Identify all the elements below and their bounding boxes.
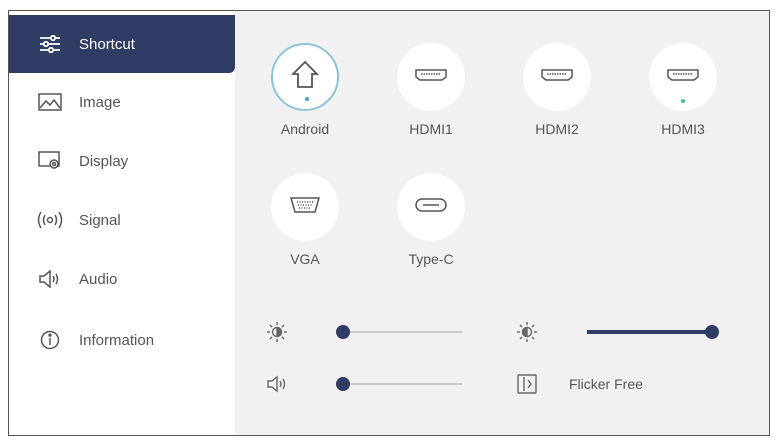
vga-icon bbox=[289, 196, 321, 219]
hdmi-icon bbox=[414, 68, 448, 87]
contrast-control bbox=[515, 320, 719, 344]
info-icon bbox=[37, 329, 63, 351]
sidebar-item-label: Image bbox=[79, 93, 121, 111]
speaker-icon bbox=[265, 372, 289, 396]
settings-window: Shortcut Image Display Signal Audio Info… bbox=[8, 10, 770, 436]
source-circle bbox=[397, 43, 465, 111]
slider-knob[interactable] bbox=[705, 325, 719, 339]
image-icon bbox=[37, 91, 63, 113]
source-label: VGA bbox=[290, 251, 320, 267]
sidebar-item-label: Signal bbox=[79, 211, 121, 229]
source-hdmi2[interactable]: HDMI2 bbox=[517, 43, 597, 137]
sidebar-item-audio[interactable]: Audio bbox=[9, 250, 235, 308]
source-circle bbox=[271, 173, 339, 241]
hdmi-icon bbox=[666, 68, 700, 87]
volume-control bbox=[265, 372, 462, 396]
source-label: HDMI3 bbox=[661, 121, 705, 137]
sidebar-item-label: Audio bbox=[79, 270, 118, 288]
shortcut-panel: Android HDMI1 HDMI2 HDMI3 VGA Type-C Fli… bbox=[235, 11, 769, 435]
source-hdmi3[interactable]: HDMI3 bbox=[643, 43, 723, 137]
status-dot bbox=[305, 97, 309, 101]
slider-track bbox=[337, 331, 462, 333]
brightness-icon bbox=[265, 320, 289, 344]
slider-knob[interactable] bbox=[336, 377, 351, 391]
contrast-slider[interactable] bbox=[587, 325, 719, 339]
display-settings-icon bbox=[37, 150, 63, 172]
slider-track bbox=[337, 383, 462, 385]
usb-c-icon bbox=[414, 197, 448, 218]
contrast-icon bbox=[515, 320, 539, 344]
sidebar-item-image[interactable]: Image bbox=[9, 73, 235, 131]
source-label: Android bbox=[280, 121, 330, 137]
sidebar-item-shortcut[interactable]: Shortcut bbox=[9, 15, 235, 73]
source-vga[interactable]: VGA bbox=[265, 173, 345, 267]
slider-knob[interactable] bbox=[336, 325, 351, 339]
signal-icon bbox=[37, 209, 63, 231]
sliders-icon bbox=[37, 33, 63, 55]
sidebar-item-signal[interactable]: Signal bbox=[9, 191, 235, 249]
flicker-free-label: Flicker Free bbox=[569, 376, 643, 392]
slider-fill bbox=[587, 330, 712, 334]
volume-slider[interactable] bbox=[336, 377, 462, 391]
source-label: HDMI1 bbox=[409, 121, 453, 137]
hdmi-icon bbox=[540, 68, 574, 87]
flicker-free-toggle[interactable]: Flicker Free bbox=[515, 372, 643, 396]
source-type-c[interactable]: Type-C bbox=[391, 173, 471, 267]
source-label: Type-C bbox=[408, 251, 454, 267]
source-circle bbox=[397, 173, 465, 241]
sidebar-item-display[interactable]: Display bbox=[9, 132, 235, 190]
brightness-control bbox=[265, 320, 462, 344]
home-icon bbox=[290, 60, 320, 95]
source-circle bbox=[523, 43, 591, 111]
source-android[interactable]: Android bbox=[265, 43, 345, 137]
speaker-icon bbox=[37, 268, 63, 290]
sidebar: Shortcut Image Display Signal Audio Info… bbox=[9, 11, 235, 435]
source-circle bbox=[271, 43, 339, 111]
brightness-slider[interactable] bbox=[336, 325, 462, 339]
source-circle bbox=[649, 43, 717, 111]
sidebar-item-label: Shortcut bbox=[79, 35, 135, 53]
source-label: HDMI2 bbox=[535, 121, 579, 137]
sidebar-item-information[interactable]: Information bbox=[9, 311, 235, 369]
flicker-free-icon bbox=[515, 372, 539, 396]
sidebar-item-label: Information bbox=[79, 331, 155, 349]
source-hdmi1[interactable]: HDMI1 bbox=[391, 43, 471, 137]
sidebar-item-label: Display bbox=[79, 152, 129, 170]
status-dot bbox=[681, 99, 685, 103]
